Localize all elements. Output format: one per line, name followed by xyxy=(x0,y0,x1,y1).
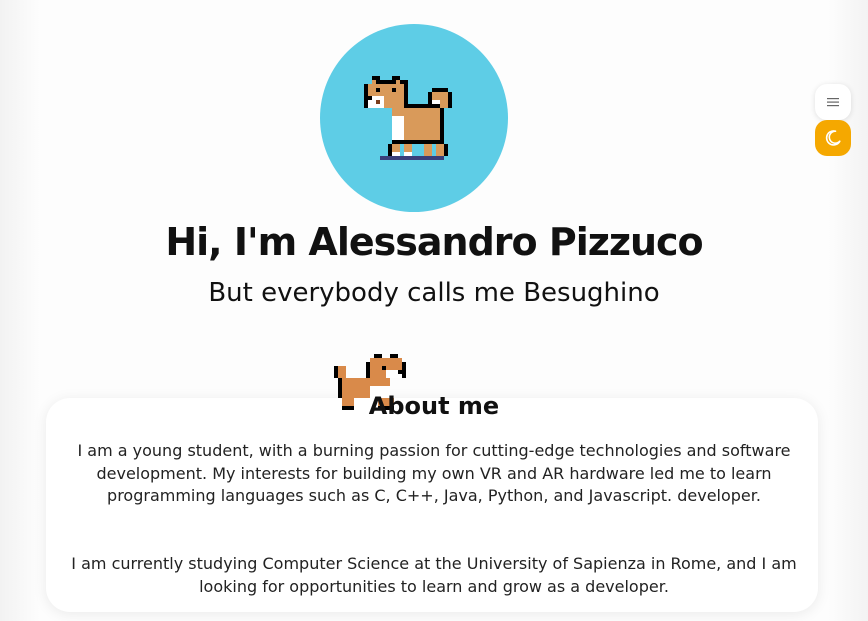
about-paragraph-2: I am currently studying Computer Science… xyxy=(71,554,797,596)
avatar xyxy=(320,24,508,212)
about-heading: About me xyxy=(368,392,500,420)
menu-button[interactable] xyxy=(815,84,851,120)
moon-icon xyxy=(825,130,841,146)
page-subtitle: But everybody calls me Besughino xyxy=(208,278,660,308)
page-title: Hi, I'm Alessandro Pizzuco xyxy=(165,220,703,264)
hamburger-icon xyxy=(827,98,839,107)
about-paragraph-1: I am a young student, with a burning pas… xyxy=(77,441,791,505)
shiba-dog-icon xyxy=(364,76,452,160)
theme-toggle-button[interactable] xyxy=(815,120,851,156)
